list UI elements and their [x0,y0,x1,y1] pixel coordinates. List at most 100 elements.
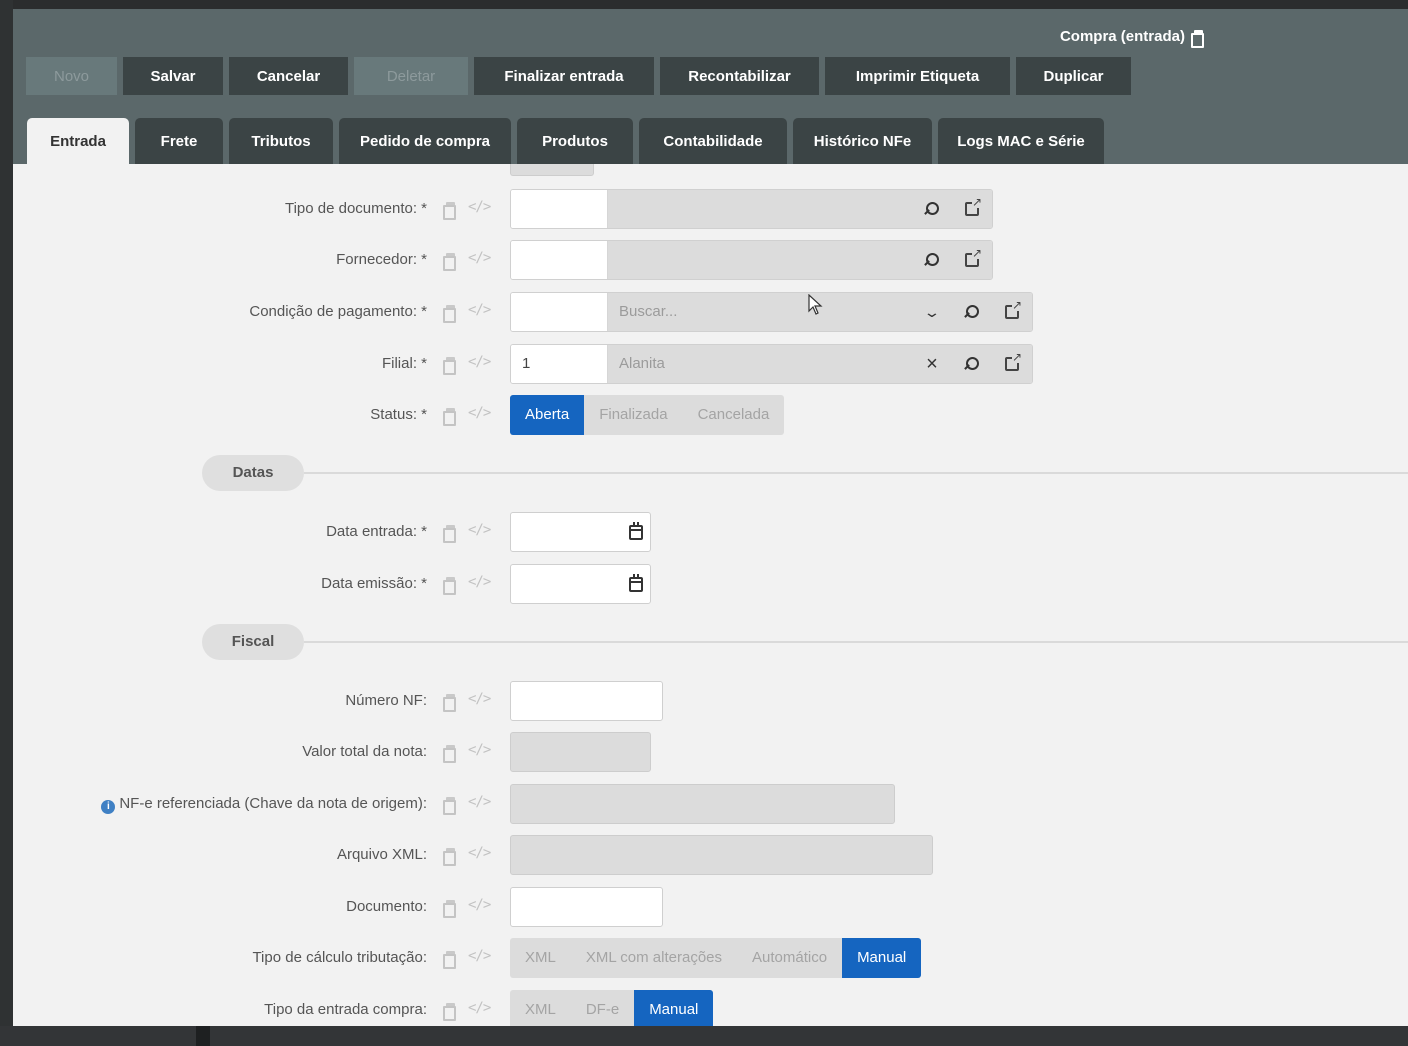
copy-icon[interactable] [443,900,456,918]
tab-logs-mac-serie[interactable]: Logs MAC e Série [938,118,1104,164]
filial-desc[interactable]: Alanita [608,345,912,383]
finalize-entry-button[interactable]: Finalizar entrada [474,57,654,95]
tab-bar: Entrada Frete Tributos Pedido de compra … [27,118,1104,164]
entry-form: Tipo de documento: * </> Fornecedor: * <… [13,164,1408,1026]
info-icon[interactable]: i [101,800,116,814]
copy-icon[interactable] [443,577,456,595]
cancel-button[interactable]: Cancelar [229,57,348,95]
tab-produtos[interactable]: Produtos [517,118,633,164]
open-external-button[interactable] [952,241,992,279]
delete-button[interactable]: Deletar [354,57,468,95]
code-icon[interactable]: </> [468,250,491,266]
clear-button[interactable]: × [912,345,952,383]
row-documento: Documento: </> [13,887,1408,927]
status-option-finalizada[interactable]: Finalizada [584,395,682,435]
new-button[interactable]: Novo [26,57,117,95]
copy-icon[interactable] [443,305,456,323]
nfe-referenciada-label-text: NF-e referenciada (Chave da nota de orig… [119,795,427,812]
copy-icon[interactable] [443,745,456,763]
open-external-button[interactable] [992,293,1032,331]
calendar-icon[interactable] [629,522,643,540]
copy-icon[interactable] [443,951,456,969]
tipo-entrada-option-xml[interactable]: XML [510,990,571,1026]
recontabilize-button[interactable]: Recontabilizar [660,57,819,95]
fornecedor-code-input[interactable] [511,241,608,279]
nfe-referenciada-field [510,784,895,824]
code-icon[interactable]: </> [468,948,491,964]
search-button[interactable] [912,241,952,279]
copy-icon[interactable] [443,797,456,815]
row-fornecedor: Fornecedor: * </> [13,240,1408,280]
tipo-calculo-option-xml[interactable]: XML [510,938,571,978]
tipo-documento-desc[interactable] [608,190,912,228]
numero-nf-label: Número NF: [345,692,427,709]
code-icon[interactable]: </> [468,199,491,215]
copy-icon[interactable] [1191,29,1204,48]
section-title: Datas [202,455,304,491]
row-data-emissao: Data emissão: * </> [13,564,1408,604]
copy-icon[interactable] [443,357,456,375]
copy-icon[interactable] [443,848,456,866]
code-icon[interactable]: </> [468,691,491,707]
tab-tributos[interactable]: Tributos [229,118,333,164]
copy-icon[interactable] [443,525,456,543]
code-icon[interactable]: </> [468,897,491,913]
calendar-icon[interactable] [629,574,643,592]
code-icon[interactable]: </> [468,522,491,538]
row-nfe-referenciada: i NF-e referenciada (Chave da nota de ori… [13,784,1408,824]
code-icon[interactable]: </> [468,574,491,590]
code-icon[interactable]: </> [468,794,491,810]
tab-pedido-de-compra[interactable]: Pedido de compra [339,118,511,164]
code-icon[interactable]: </> [468,1000,491,1016]
background-bottom [0,1026,1408,1046]
tab-frete[interactable]: Frete [135,118,223,164]
tipo-calculo-option-automatico[interactable]: Automático [737,938,842,978]
code-icon[interactable]: </> [468,405,491,421]
tipo-entrada-toggle: XML DF-e Manual [510,990,714,1026]
save-button[interactable]: Salvar [123,57,223,95]
search-icon [965,357,979,371]
copy-icon[interactable] [443,1003,456,1021]
code-icon[interactable]: </> [468,742,491,758]
row-tipo-calculo: Tipo de cálculo tributação: </> XML XML … [13,938,1408,978]
data-entrada-input[interactable] [510,512,651,552]
tipo-calculo-option-xml-com-alteracoes[interactable]: XML com alterações [571,938,737,978]
tipo-calculo-option-manual[interactable]: Manual [842,938,922,978]
open-external-button[interactable] [992,345,1032,383]
code-icon[interactable]: </> [468,354,491,370]
toolbar: Novo Salvar Cancelar Deletar Finalizar e… [26,57,1131,95]
tipo-entrada-option-dfe[interactable]: DF-e [571,990,634,1026]
tab-entrada[interactable]: Entrada [27,118,129,164]
documento-input[interactable] [510,887,663,927]
open-external-button[interactable] [952,190,992,228]
copy-icon[interactable] [443,253,456,271]
copy-icon[interactable] [443,202,456,220]
search-button[interactable] [912,190,952,228]
fornecedor-desc[interactable] [608,241,912,279]
data-emissao-input[interactable] [510,564,651,604]
status-label: Status: * [370,406,427,423]
row-valor-total: Valor total da nota: </> [13,732,1408,772]
tipo-entrada-option-manual[interactable]: Manual [634,990,714,1026]
code-icon[interactable]: </> [468,302,491,318]
status-option-cancelada[interactable]: Cancelada [683,395,785,435]
copy-icon[interactable] [443,694,456,712]
search-button[interactable] [952,293,992,331]
chevron-down-icon: ⌄ [923,303,941,320]
search-button[interactable] [952,345,992,383]
duplicate-button[interactable]: Duplicar [1016,57,1131,95]
tipo-documento-code-input[interactable] [511,190,608,228]
code-icon[interactable]: </> [468,845,491,861]
status-option-aberta[interactable]: Aberta [510,395,585,435]
documento-label: Documento: [346,898,427,915]
tab-historico-nfe[interactable]: Histórico NFe [793,118,932,164]
numero-nf-input[interactable] [510,681,663,721]
condicao-pagamento-search[interactable]: Buscar... [608,293,912,331]
condicao-pagamento-code-input[interactable] [511,293,608,331]
tab-contabilidade[interactable]: Contabilidade [639,118,787,164]
filial-code-input[interactable]: 1 [511,345,608,383]
search-icon [965,305,979,319]
dropdown-button[interactable]: ⌄ [912,293,952,331]
print-label-button[interactable]: Imprimir Etiqueta [825,57,1010,95]
copy-icon[interactable] [443,408,456,426]
